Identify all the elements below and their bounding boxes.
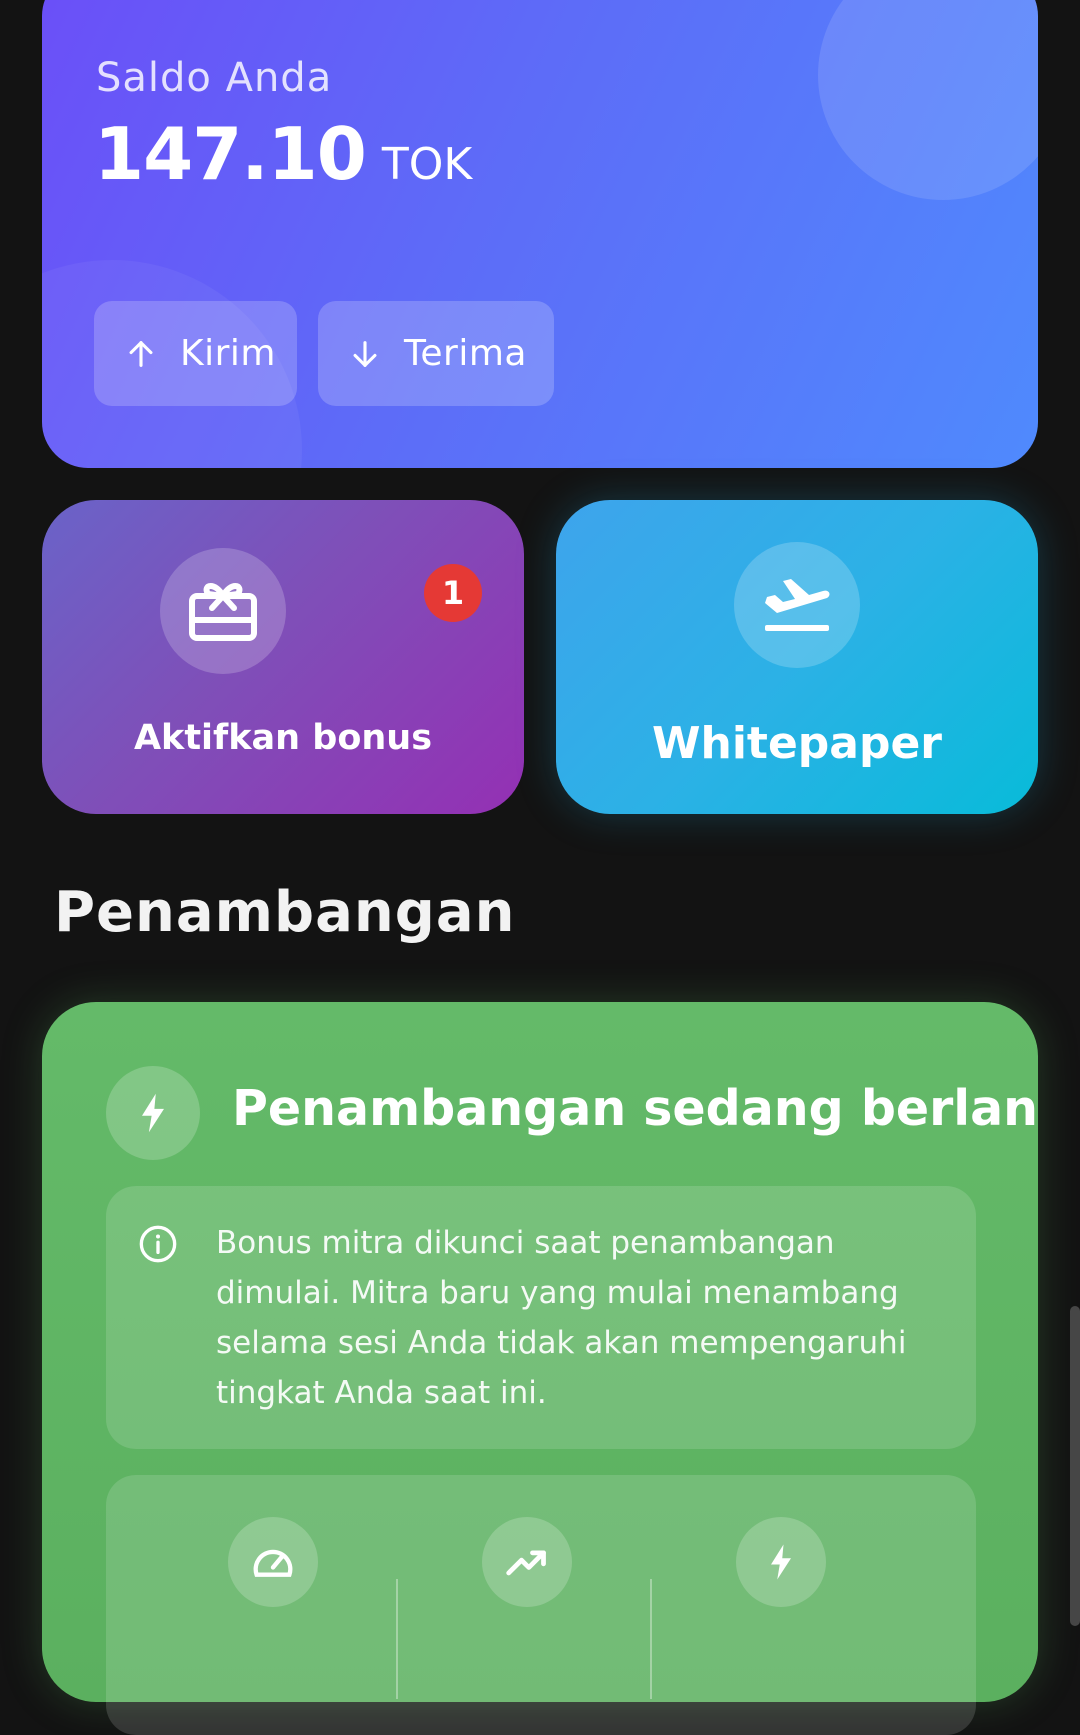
- lightning-icon-circle: [106, 1066, 200, 1160]
- speedometer-icon-circle: [228, 1517, 318, 1607]
- gift-card-icon: [189, 583, 257, 641]
- balance-label: Saldo Anda: [96, 55, 333, 101]
- balance-value: 147.10 TOK: [94, 112, 472, 196]
- lightning-icon-circle: [736, 1517, 826, 1607]
- balance-unit: TOK: [381, 139, 473, 190]
- whitepaper-label: Whitepaper: [651, 718, 943, 769]
- info-icon: [139, 1225, 177, 1263]
- section-title: Penambangan: [54, 880, 516, 945]
- mining-card: Penambangan sedang berlangsung Bonus mit…: [42, 1002, 1038, 1735]
- lightning-icon: [771, 1544, 791, 1580]
- trending-up-icon: [506, 1550, 546, 1576]
- gift-card-icon-circle: [160, 548, 286, 674]
- stat-divider: [650, 1579, 652, 1699]
- whitepaper-tile[interactable]: Whitepaper: [556, 500, 1038, 814]
- info-text: Bonus mitra dikunci saat penambangan dim…: [216, 1225, 907, 1411]
- airplane-takeoff-icon: [765, 579, 830, 631]
- receive-button[interactable]: Terima: [318, 301, 554, 406]
- scrollbar[interactable]: [1070, 1306, 1080, 1626]
- activate-bonus-tile[interactable]: 1 Aktifkan bonus: [42, 500, 524, 814]
- arrow-down-icon: [353, 340, 377, 367]
- send-button-label: Kirim: [180, 333, 276, 374]
- info-box: Bonus mitra dikunci saat penambangan dim…: [106, 1186, 976, 1449]
- receive-button-label: Terima: [404, 333, 527, 374]
- speedometer-icon: [253, 1549, 293, 1577]
- stat-divider: [396, 1579, 398, 1699]
- arrow-up-icon: [129, 340, 153, 367]
- mining-stats: [106, 1475, 976, 1735]
- balance-card: Saldo Anda 147.10 TOK Kirim Terima: [42, 0, 1038, 468]
- trending-up-icon-circle: [482, 1517, 572, 1607]
- activate-bonus-label: Aktifkan bonus: [133, 718, 433, 758]
- balance-amount: 147.10: [94, 112, 367, 196]
- decorative-circle: [818, 0, 1038, 200]
- airplane-icon-circle: [734, 542, 860, 668]
- lightning-icon: [142, 1093, 164, 1133]
- mining-status: Penambangan sedang berlangsung: [232, 1080, 1038, 1137]
- send-button[interactable]: Kirim: [94, 301, 297, 406]
- notification-badge: 1: [424, 564, 482, 622]
